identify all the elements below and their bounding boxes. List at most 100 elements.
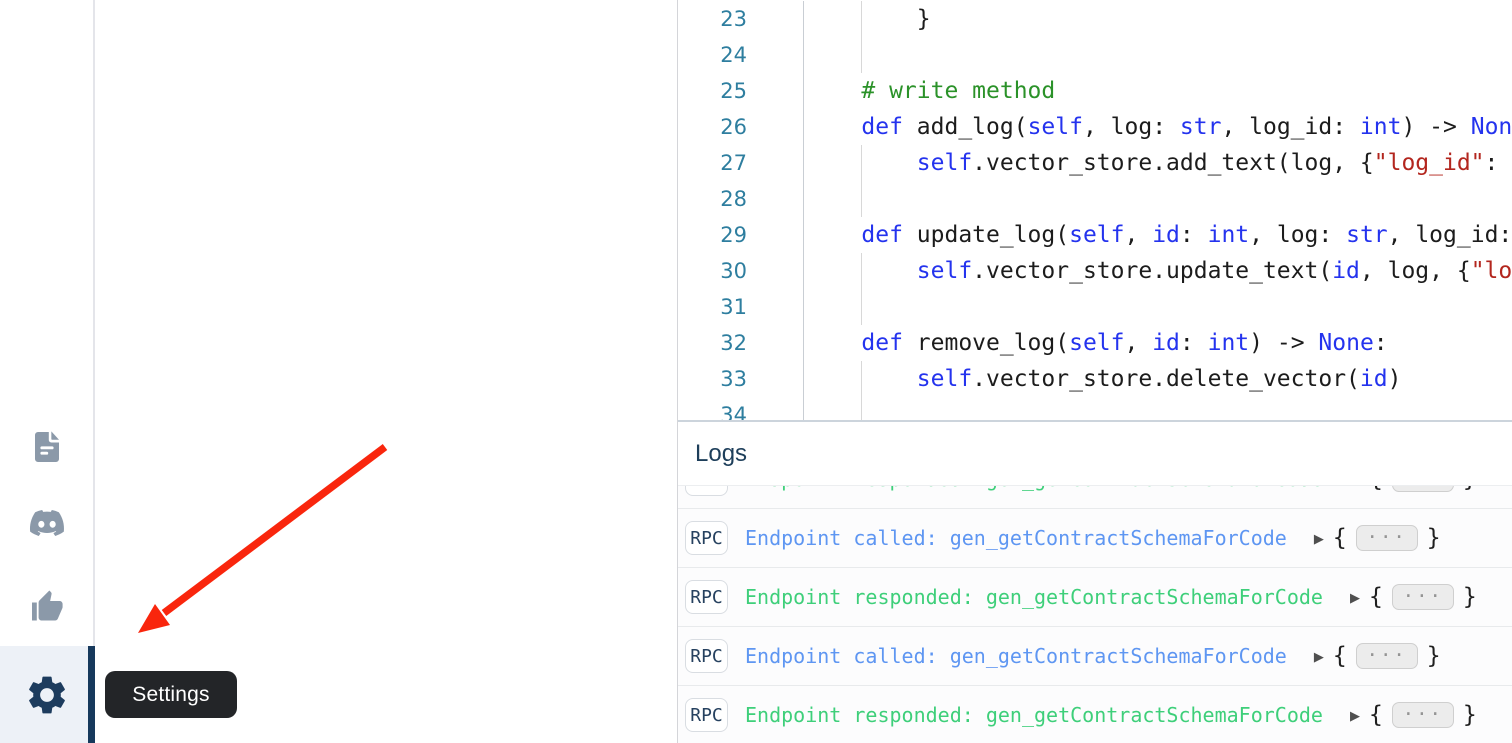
line-number: 27 [678,145,804,181]
app-window: Settings 23 }2425 # write method26 def a… [0,0,1512,743]
code-text: def add_log(self, log: str, log_id: int)… [804,109,1512,145]
sidebar-item-settings-active [0,646,95,743]
ellipsis-dots: ··· [1367,526,1407,548]
line-number: 28 [678,181,804,217]
logs-panel: Logs RPC Endpoint responded: gen_getContr… [678,420,1512,743]
code-line: 23 } [678,1,1512,37]
close-brace: } [1463,702,1477,728]
ellipsis-dots: ··· [1403,485,1443,489]
code-text [804,289,806,325]
line-number: 29 [678,217,804,253]
code-text: def update_log(self, id: int, log: str, … [804,217,1512,253]
line-number: 23 [678,1,804,37]
code-text: self.vector_store.add_text(log, {"log_id… [804,145,1512,181]
code-text: } [804,1,931,37]
code-line: 26 def add_log(self, log: str, log_id: i… [678,109,1512,145]
open-brace: { [1333,525,1347,551]
sidebar-item-docs[interactable] [0,409,93,485]
ellipsis-dots: ··· [1403,703,1443,725]
rpc-badge: RPC [685,639,728,673]
log-message: Endpoint responded: gen_getContractSchem… [745,485,1323,491]
code-text: def remove_log(self, id: int) -> None: [804,325,1388,361]
ellipsis-expand-button[interactable]: ··· [1356,643,1418,669]
open-brace: { [1369,702,1383,728]
ellipsis-expand-button[interactable]: ··· [1392,584,1454,610]
rpc-badge: RPC [685,698,728,732]
code-text: self.vector_store.delete_vector(id) [804,361,1401,397]
line-number: 33 [678,361,804,397]
expand-triangle-icon[interactable]: ▶ [1350,485,1360,486]
ellipsis-expand-button[interactable]: ··· [1392,485,1454,492]
code-line: 27 self.vector_store.add_text(log, {"log… [678,145,1512,181]
ellipsis-dots: ··· [1367,644,1407,666]
document-icon [29,427,65,467]
logs-header: Logs [678,422,1512,485]
open-brace: { [1369,485,1383,492]
close-brace: } [1427,525,1441,551]
rpc-badge: RPC [685,521,728,555]
code-line: 31 [678,289,1512,325]
log-row[interactable]: RPC Endpoint responded: gen_getContractSc… [678,686,1512,743]
icon-sidebar [0,0,95,743]
log-object-preview: ▶ { ···} [1314,643,1441,669]
ellipsis-expand-button[interactable]: ··· [1392,702,1454,728]
line-number: 34 [678,397,804,420]
gear-icon [24,672,70,718]
line-number: 26 [678,109,804,145]
sidebar-item-settings[interactable] [0,646,93,743]
log-message: Endpoint called: gen_getContractSchemaFo… [745,526,1287,550]
logs-title: Logs [695,440,747,468]
code-line: 24 [678,37,1512,73]
log-row[interactable]: RPC Endpoint called: gen_getContractSchem… [678,509,1512,568]
logs-list[interactable]: RPC Endpoint responded: gen_getContractSc… [678,485,1512,743]
settings-tooltip: Settings [105,671,237,718]
open-brace: { [1333,643,1347,669]
rpc-badge: RPC [685,485,728,496]
settings-tooltip-label: Settings [132,683,209,707]
code-line: 30 self.vector_store.update_text(id, log… [678,253,1512,289]
log-row[interactable]: RPC Endpoint responded: gen_getContractSc… [678,568,1512,627]
discord-icon [26,506,68,540]
ellipsis-expand-button[interactable]: ··· [1356,525,1418,551]
line-number: 32 [678,325,804,361]
code-text [804,181,806,217]
close-brace: } [1427,643,1441,669]
expand-triangle-icon[interactable]: ▶ [1350,591,1360,604]
code-line: 32 def remove_log(self, id: int) -> None… [678,325,1512,361]
code-line: 25 # write method [678,73,1512,109]
line-number: 24 [678,37,804,73]
code-line: 29 def update_log(self, id: int, log: st… [678,217,1512,253]
line-number: 25 [678,73,804,109]
sidebar-item-feedback[interactable] [0,569,93,645]
code-text: # write method [804,73,1055,109]
log-message: Endpoint responded: gen_getContractSchem… [745,703,1323,727]
thumbs-up-icon [28,589,66,625]
rpc-badge: RPC [685,580,728,614]
log-row[interactable]: RPC Endpoint called: gen_getContractSchem… [678,627,1512,686]
line-number: 30 [678,253,804,289]
code-editor[interactable]: 23 }2425 # write method26 def add_log(se… [678,0,1512,420]
ellipsis-dots: ··· [1403,585,1443,607]
code-text [804,37,806,73]
log-message: Endpoint called: gen_getContractSchemaFo… [745,644,1287,668]
log-object-preview: ▶ { ···} [1314,525,1441,551]
line-number: 31 [678,289,804,325]
log-object-preview: ▶ { ···} [1350,702,1477,728]
log-object-preview: ▶ { ···} [1350,485,1477,492]
expand-triangle-icon[interactable]: ▶ [1350,709,1360,722]
code-text: self.vector_store.update_text(id, log, {… [804,253,1512,289]
code-line: 33 self.vector_store.delete_vector(id) [678,361,1512,397]
sidebar-item-discord[interactable] [0,485,93,561]
code-line: 28 [678,181,1512,217]
expand-triangle-icon[interactable]: ▶ [1314,532,1324,545]
open-brace: { [1369,584,1383,610]
editor-and-logs-panel: 23 }2425 # write method26 def add_log(se… [677,0,1512,743]
close-brace: } [1463,584,1477,610]
log-object-preview: ▶ { ···} [1350,584,1477,610]
log-row[interactable]: RPC Endpoint responded: gen_getContractSc… [678,485,1512,509]
expand-triangle-icon[interactable]: ▶ [1314,650,1324,663]
close-brace: } [1463,485,1477,492]
code-line: 34 [678,397,1512,420]
code-text [804,397,806,420]
log-message: Endpoint responded: gen_getContractSchem… [745,585,1323,609]
